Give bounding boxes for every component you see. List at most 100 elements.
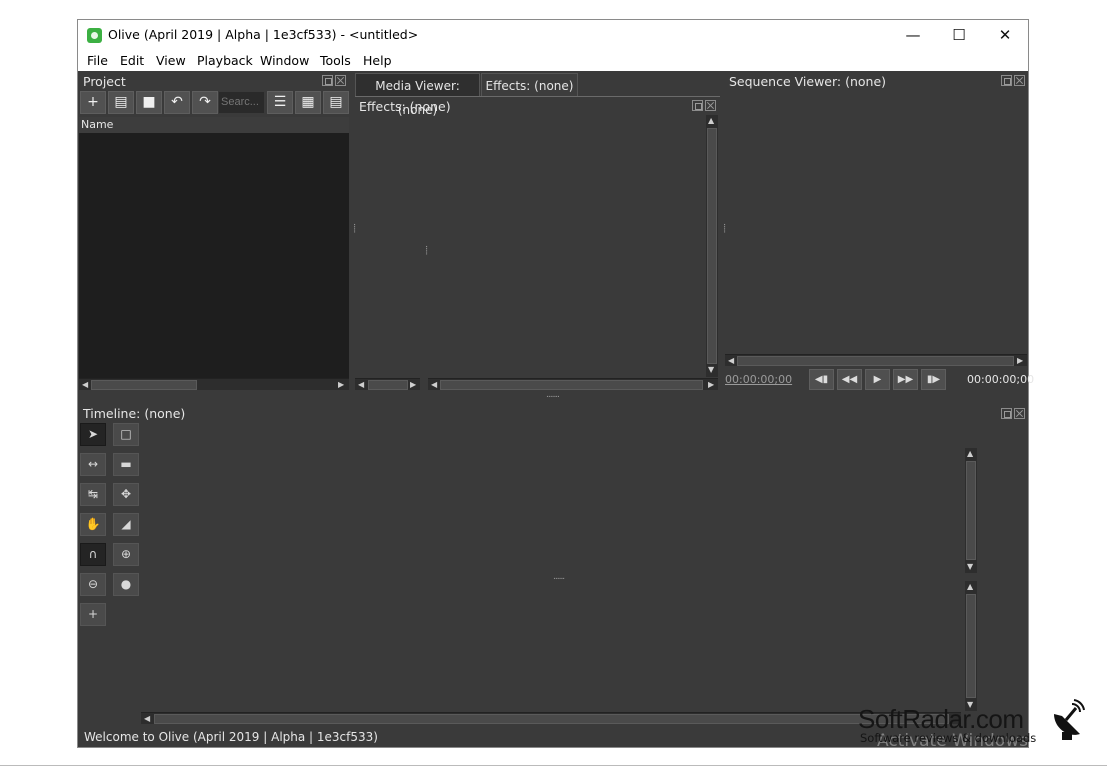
play-button[interactable]: ▶ bbox=[865, 369, 890, 390]
scroll-thumb[interactable] bbox=[91, 380, 197, 390]
scroll-thumb[interactable] bbox=[707, 128, 717, 364]
close-panel-icon[interactable] bbox=[1014, 408, 1025, 419]
scroll-right-icon[interactable]: ▶ bbox=[1017, 355, 1023, 367]
timeline-hscrollbar[interactable]: ◀ bbox=[141, 712, 961, 724]
tree-view-icon: ▤ bbox=[329, 94, 343, 110]
scroll-thumb[interactable] bbox=[154, 714, 949, 724]
undo-icon: ↶ bbox=[171, 94, 183, 110]
satellite-dish-icon bbox=[1054, 699, 1085, 740]
horizontal-splitter-handle[interactable]: ....... bbox=[546, 390, 560, 400]
transition-tool-button[interactable]: ◢ bbox=[113, 513, 139, 536]
window-title: Olive (April 2019 | Alpha | 1e3cf533) - … bbox=[108, 27, 419, 42]
menu-tools[interactable]: Tools bbox=[320, 53, 351, 68]
scroll-thumb[interactable] bbox=[440, 380, 703, 390]
tab-media-viewer[interactable]: Media Viewer: (none) bbox=[355, 73, 480, 117]
scroll-up-icon[interactable]: ▲ bbox=[967, 448, 973, 460]
new-button[interactable]: + bbox=[80, 91, 106, 114]
zoom-out-icon: ⊖ bbox=[87, 577, 99, 591]
timeline-vscrollbar-top[interactable]: ▲ ▼ bbox=[965, 448, 977, 573]
scroll-thumb[interactable] bbox=[737, 356, 1014, 366]
float-icon[interactable] bbox=[1001, 408, 1012, 419]
timeline-splitter-handle[interactable]: ...... bbox=[553, 572, 565, 582]
scroll-down-icon[interactable]: ▼ bbox=[708, 364, 714, 376]
list-view-button[interactable]: ☰ bbox=[267, 91, 293, 114]
pointer-tool-button[interactable]: ➤ bbox=[80, 423, 106, 446]
scroll-left-icon[interactable]: ◀ bbox=[431, 379, 437, 391]
project-hscrollbar[interactable]: ◀ ▶ bbox=[79, 378, 349, 390]
close-panel-icon[interactable] bbox=[335, 75, 346, 86]
open-button[interactable]: ▤ bbox=[108, 91, 134, 114]
snapping-button[interactable]: ∩ bbox=[80, 543, 106, 566]
effects-vscrollbar[interactable]: ▲ ▼ bbox=[706, 115, 718, 377]
menu-window[interactable]: Window bbox=[260, 53, 309, 68]
slide-tool-icon: ✥ bbox=[120, 487, 132, 501]
ripple-tool-icon: ↔ bbox=[87, 457, 99, 471]
slide-tool-button[interactable]: ✥ bbox=[113, 483, 139, 506]
sequence-hscrollbar[interactable]: ◀ ▶ bbox=[725, 354, 1027, 366]
fast-forward-button[interactable]: ▶▶ bbox=[893, 369, 918, 390]
razor-tool-button[interactable]: ▬ bbox=[113, 453, 139, 476]
scroll-left-icon[interactable]: ◀ bbox=[358, 379, 364, 391]
fast-forward-icon: ▶▶ bbox=[897, 374, 914, 385]
scroll-right-icon[interactable]: ▶ bbox=[410, 379, 416, 391]
record-icon: ● bbox=[120, 577, 132, 591]
float-icon[interactable] bbox=[322, 75, 333, 86]
go-to-start-icon: ◀▮ bbox=[814, 374, 829, 385]
go-to-end-button[interactable]: ▮▶ bbox=[921, 369, 946, 390]
add-track-button[interactable]: + bbox=[80, 603, 106, 626]
float-icon[interactable] bbox=[1001, 75, 1012, 86]
menu-playback[interactable]: Playback bbox=[197, 53, 253, 68]
scroll-up-icon[interactable]: ▲ bbox=[708, 115, 714, 127]
effects-hscrollbar-left[interactable]: ◀ ▶ bbox=[355, 378, 420, 390]
redo-button[interactable]: ↷ bbox=[192, 91, 218, 114]
maximize-button[interactable]: ☐ bbox=[936, 20, 982, 50]
edit-tool-button[interactable]: □ bbox=[113, 423, 139, 446]
timeline-vscrollbar-bottom[interactable]: ▲ ▼ bbox=[965, 581, 977, 711]
scroll-down-icon[interactable]: ▼ bbox=[967, 561, 973, 573]
redo-icon: ↷ bbox=[199, 94, 211, 110]
hand-tool-button[interactable]: ✋ bbox=[80, 513, 106, 536]
tab-effects[interactable]: Effects: (none) bbox=[481, 73, 578, 97]
close-panel-icon[interactable] bbox=[1014, 75, 1025, 86]
scroll-left-icon[interactable]: ◀ bbox=[82, 379, 88, 391]
scroll-thumb[interactable] bbox=[966, 594, 976, 698]
zoom-in-button[interactable]: ⊕ bbox=[113, 543, 139, 566]
scroll-right-icon[interactable]: ▶ bbox=[338, 379, 344, 391]
float-icon[interactable] bbox=[692, 100, 703, 111]
olive-app-icon bbox=[87, 28, 102, 43]
save-button[interactable]: ■ bbox=[136, 91, 162, 114]
close-button[interactable]: ✕ bbox=[982, 20, 1028, 50]
scroll-left-icon[interactable]: ◀ bbox=[144, 713, 150, 725]
project-search-input[interactable] bbox=[219, 92, 264, 113]
rewind-button[interactable]: ◀◀ bbox=[837, 369, 862, 390]
scroll-thumb[interactable] bbox=[966, 461, 976, 560]
project-dock-buttons bbox=[322, 75, 348, 87]
tree-view-button[interactable]: ▤ bbox=[323, 91, 349, 114]
ripple-tool-button[interactable]: ↔ bbox=[80, 453, 106, 476]
menu-file[interactable]: File bbox=[87, 53, 108, 68]
effects-splitter-handle[interactable]: ..... bbox=[423, 245, 433, 254]
sequence-viewer-title: Sequence Viewer: (none) bbox=[729, 74, 887, 89]
scroll-right-icon[interactable]: ▶ bbox=[708, 379, 714, 391]
slip-tool-button[interactable]: ↹ bbox=[80, 483, 106, 506]
menu-edit[interactable]: Edit bbox=[120, 53, 144, 68]
go-to-start-button[interactable]: ◀▮ bbox=[809, 369, 834, 390]
splitter-handle[interactable]: ..... bbox=[721, 223, 731, 232]
scroll-thumb[interactable] bbox=[368, 380, 408, 390]
minimize-button[interactable]: — bbox=[890, 20, 936, 50]
project-list[interactable] bbox=[79, 133, 349, 378]
current-timecode[interactable]: 00:00:00;00 bbox=[725, 373, 792, 386]
icon-view-button[interactable]: ▦ bbox=[295, 91, 321, 114]
menu-view[interactable]: View bbox=[156, 53, 186, 68]
close-panel-icon[interactable] bbox=[705, 100, 716, 111]
menu-help[interactable]: Help bbox=[363, 53, 392, 68]
scroll-up-icon[interactable]: ▲ bbox=[967, 581, 973, 593]
record-button[interactable]: ● bbox=[113, 573, 139, 596]
zoom-out-button[interactable]: ⊖ bbox=[80, 573, 106, 596]
open-icon: ▤ bbox=[114, 94, 128, 110]
undo-button[interactable]: ↶ bbox=[164, 91, 190, 114]
splitter-handle[interactable]: ..... bbox=[351, 223, 361, 232]
effects-hscrollbar-right[interactable]: ◀ ▶ bbox=[428, 378, 718, 390]
project-column-header[interactable]: Name bbox=[79, 117, 349, 133]
scroll-left-icon[interactable]: ◀ bbox=[728, 355, 734, 367]
